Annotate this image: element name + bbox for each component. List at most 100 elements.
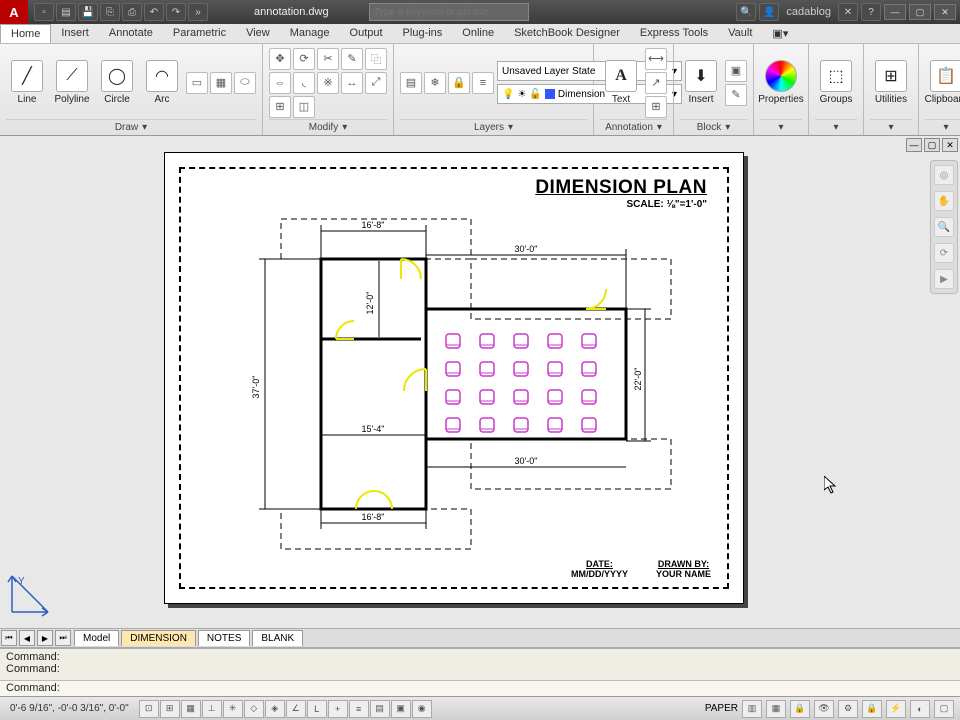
tab-output[interactable]: Output (340, 24, 393, 43)
chevron-down-icon[interactable]: ▾ (888, 122, 893, 133)
ortho-icon[interactable]: ⊥ (202, 700, 222, 718)
qat-plot-icon[interactable]: ⎙ (122, 3, 142, 21)
chevron-down-icon[interactable]: ▾ (778, 122, 783, 133)
toolbar-lock-icon[interactable]: 🔒 (862, 700, 882, 718)
osnap-icon[interactable]: ◇ (244, 700, 264, 718)
rect-icon[interactable]: ▭ (186, 72, 208, 94)
isolate-icon[interactable]: ◐ (910, 700, 930, 718)
layout-tab-notes[interactable]: NOTES (198, 630, 250, 646)
lwt-icon[interactable]: ≡ (349, 700, 369, 718)
vp-minimize-button[interactable]: — (906, 138, 922, 152)
layout-tab-blank[interactable]: BLANK (252, 630, 303, 646)
table-icon[interactable]: ⊞ (645, 96, 667, 118)
search-icon[interactable]: 🔍 (736, 3, 756, 21)
minimize-button[interactable]: — (884, 4, 906, 20)
utilities-button[interactable]: ⊞Utilities (870, 60, 912, 105)
qat-undo-icon[interactable]: ↶ (144, 3, 164, 21)
qat-redo-icon[interactable]: ↷ (166, 3, 186, 21)
tab-vault[interactable]: Vault (718, 24, 762, 43)
tab-parametric[interactable]: Parametric (163, 24, 236, 43)
layout-tab-dimension[interactable]: DIMENSION (121, 630, 196, 646)
qat-more-icon[interactable]: » (188, 3, 208, 21)
showmotion-icon[interactable]: ▶ (934, 269, 954, 289)
rotate-icon[interactable]: ⟳ (293, 48, 315, 70)
tab-sketchbook[interactable]: SketchBook Designer (504, 24, 630, 43)
drawing-viewport[interactable]: — ▢ ✕ DIMENSION PLAN SCALE: ⅛"=1'-0" (0, 136, 960, 624)
model-icon[interactable]: ▥ (742, 700, 762, 718)
tab-home[interactable]: Home (0, 24, 51, 43)
hardware-icon[interactable]: ⚡ (886, 700, 906, 718)
polar-icon[interactable]: ✳ (223, 700, 243, 718)
chevron-down-icon[interactable]: ▾ (142, 122, 147, 133)
tab-extra-icon[interactable]: ▣▾ (762, 24, 798, 43)
annoscale-icon[interactable]: 🔒 (790, 700, 810, 718)
arc-button[interactable]: ◠Arc (141, 60, 183, 105)
workspace-icon[interactable]: ⚙ (838, 700, 858, 718)
layout-tab-model[interactable]: Model (74, 630, 119, 646)
chevron-down-icon[interactable]: ▾ (657, 122, 662, 133)
explode-icon[interactable]: ※ (317, 72, 339, 94)
3dosnap-icon[interactable]: ◈ (265, 700, 285, 718)
qp-icon[interactable]: ▣ (391, 700, 411, 718)
stretch-icon[interactable]: ↔ (341, 72, 363, 94)
infer-icon[interactable]: ⊡ (139, 700, 159, 718)
clipboard-button[interactable]: 📋Clipboard (925, 60, 960, 105)
tab-first-icon[interactable]: ⏮ (1, 630, 17, 646)
orbit-icon[interactable]: ⟳ (934, 243, 954, 263)
vp-maximize-button[interactable]: ▢ (924, 138, 940, 152)
tab-insert[interactable]: Insert (51, 24, 99, 43)
tab-online[interactable]: Online (452, 24, 504, 43)
clean-icon[interactable]: ▢ (934, 700, 954, 718)
space-indicator[interactable]: PAPER (705, 703, 738, 714)
command-input[interactable]: Command: (0, 680, 960, 696)
qat-open-icon[interactable]: ▤ (56, 3, 76, 21)
layer-freeze-icon[interactable]: ❄ (424, 72, 446, 94)
sc-icon[interactable]: ◉ (412, 700, 432, 718)
layer-lock-icon[interactable]: 🔒 (448, 72, 470, 94)
search-input[interactable] (369, 3, 529, 21)
qat-saveas-icon[interactable]: ⎘ (100, 3, 120, 21)
chevron-down-icon[interactable]: ▾ (943, 122, 948, 133)
tab-plugins[interactable]: Plug-ins (393, 24, 453, 43)
qat-save-icon[interactable]: 💾 (78, 3, 98, 21)
exchange-icon[interactable]: ✕ (838, 3, 858, 21)
chevron-down-icon[interactable]: ▾ (833, 122, 838, 133)
tab-manage[interactable]: Manage (280, 24, 340, 43)
ducs-icon[interactable]: L (307, 700, 327, 718)
maximize-button[interactable]: ▢ (909, 4, 931, 20)
tab-view[interactable]: View (236, 24, 280, 43)
array-icon[interactable]: ⊞ (269, 96, 291, 118)
mirror-icon[interactable]: ⇔ (269, 72, 291, 94)
copy-icon[interactable]: ⿻ (365, 48, 387, 70)
circle-button[interactable]: ◯Circle (96, 60, 138, 105)
snap-icon[interactable]: ⊞ (160, 700, 180, 718)
tab-next-icon[interactable]: ▶ (37, 630, 53, 646)
otrack-icon[interactable]: ∠ (286, 700, 306, 718)
tpy-icon[interactable]: ▤ (370, 700, 390, 718)
chevron-down-icon[interactable]: ▾ (508, 122, 513, 133)
move-icon[interactable]: ✥ (269, 48, 291, 70)
user-icon[interactable]: 👤 (759, 3, 779, 21)
close-button[interactable]: ✕ (934, 4, 956, 20)
app-logo[interactable]: A (0, 0, 28, 24)
chevron-down-icon[interactable]: ▾ (725, 122, 730, 133)
vp-close-button[interactable]: ✕ (942, 138, 958, 152)
quickview-icon[interactable]: ▦ (766, 700, 786, 718)
erase-icon[interactable]: ✎ (341, 48, 363, 70)
zoom-icon[interactable]: 🔍 (934, 217, 954, 237)
annovis-icon[interactable]: 👁 (814, 700, 834, 718)
layer-prop-icon[interactable]: ▤ (400, 72, 422, 94)
tab-last-icon[interactable]: ⏭ (55, 630, 71, 646)
chevron-down-icon[interactable]: ▾ (342, 122, 347, 133)
ellipse-icon[interactable]: ⬭ (234, 72, 256, 94)
qat-new-icon[interactable]: ▫ (34, 3, 54, 21)
tab-express[interactable]: Express Tools (630, 24, 718, 43)
create-block-icon[interactable]: ▣ (725, 60, 747, 82)
pan-icon[interactable]: ✋ (934, 191, 954, 211)
offset-icon[interactable]: ◫ (293, 96, 315, 118)
properties-button[interactable]: Properties (760, 60, 802, 105)
help-icon[interactable]: ? (861, 3, 881, 21)
layer-match-icon[interactable]: ≡ (472, 72, 494, 94)
dim-linear-icon[interactable]: ⟷ (645, 48, 667, 70)
line-button[interactable]: ╱Line (6, 60, 48, 105)
